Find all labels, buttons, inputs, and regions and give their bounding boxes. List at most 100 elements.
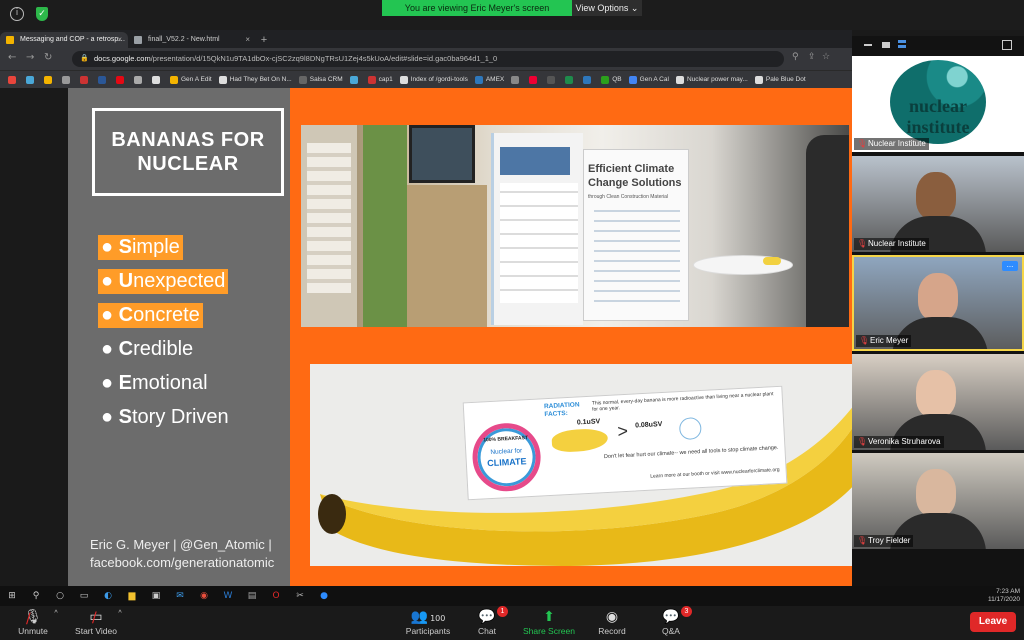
bookmark-item[interactable]: Nuclear power may...: [675, 75, 748, 84]
hide-video-icon[interactable]: [882, 42, 890, 48]
gallery-layout-icon[interactable]: [898, 40, 906, 48]
zoom-taskbar-icon[interactable]: ●: [318, 590, 330, 602]
tab-close-icon[interactable]: ×: [245, 32, 250, 48]
qa-button[interactable]: 💬 3 Q&A: [656, 606, 692, 636]
edge-icon[interactable]: ◐: [102, 590, 114, 602]
reload-icon[interactable]: ↻: [44, 52, 52, 63]
windows-start-icon[interactable]: ⊞: [6, 590, 18, 602]
bookmark-item[interactable]: [44, 75, 55, 84]
credit-line-1: Eric G. Meyer | @Gen_Atomic |: [90, 537, 272, 552]
tab-favicon-icon: [6, 36, 14, 44]
bookmark-item[interactable]: [349, 75, 361, 84]
opera-icon[interactable]: O: [270, 590, 282, 602]
chat-icon: 💬 1: [472, 606, 508, 626]
store-icon[interactable]: ▣: [150, 590, 162, 602]
bookmark-favicon-icon: [8, 75, 16, 84]
bookmark-item[interactable]: Gen A Edit: [170, 75, 212, 84]
task-view-icon[interactable]: ▭: [78, 590, 90, 602]
bookmark-item[interactable]: [116, 75, 127, 84]
unmute-button[interactable]: 🎙 / Unmute: [14, 608, 52, 636]
participant-name-text: Eric Meyer: [870, 336, 909, 345]
new-tab-button[interactable]: +: [256, 32, 272, 48]
url-bar[interactable]: 🔒 docs.google.com/presentation/d/15QkN1u…: [72, 51, 784, 67]
bookmark-item[interactable]: [511, 75, 522, 84]
bookmark-item[interactable]: [565, 75, 576, 84]
banner-text-lines: [594, 210, 680, 310]
participant-tile[interactable]: 🎙 Nuclear Institute: [852, 156, 1024, 252]
bullet-rest: motional: [131, 372, 208, 394]
forward-icon[interactable]: →: [26, 52, 34, 63]
bookmark-item[interactable]: QB: [601, 75, 622, 84]
more-options-icon[interactable]: ...: [1002, 261, 1018, 271]
bookmark-favicon-icon: [474, 75, 483, 84]
cortana-icon[interactable]: ○: [54, 590, 66, 602]
chrome-taskbar-icon[interactable]: ◉: [198, 590, 210, 602]
participant-tile[interactable]: 🎙 Eric Meyer...: [852, 255, 1024, 351]
bookmark-item[interactable]: Gen A Cal: [628, 75, 669, 84]
view-options-button[interactable]: View Options ⌄: [572, 0, 642, 16]
muted-mic-icon: 🎙: [859, 336, 870, 345]
bookmark-favicon-icon: [170, 75, 178, 84]
participant-tile[interactable]: 🎙 Troy Fielder: [852, 453, 1024, 549]
bookmark-item[interactable]: Had They Bet On N...: [218, 75, 292, 84]
bookmark-label: cap1: [378, 76, 393, 83]
bookmark-item[interactable]: [98, 75, 109, 84]
participants-label: Participants: [405, 626, 451, 636]
info-icon[interactable]: i: [10, 7, 24, 21]
mail-icon[interactable]: ✉: [174, 590, 186, 602]
participant-name-text: Nuclear Institute: [868, 139, 926, 148]
participant-tile[interactable]: nuclear institute 🎙 Nuclear Institute: [852, 56, 1024, 152]
credit-line-2: facebook.com/generationatomic: [90, 555, 275, 570]
browser-tab[interactable]: finall_V52.2 - New.html ×: [128, 32, 256, 48]
bookmark-favicon-icon: [529, 75, 538, 84]
participant-tile[interactable]: 🎙 Veronika Struharova: [852, 354, 1024, 450]
browser-window: Messaging and COP - a retrosp… × finall_V5…: [0, 30, 852, 88]
app-icon[interactable]: ▤: [246, 590, 258, 602]
bookmark-item[interactable]: Salsa CRM: [298, 75, 343, 84]
word-icon[interactable]: W: [222, 590, 234, 602]
bookmark-item[interactable]: cap1: [367, 75, 393, 84]
participants-button[interactable]: 👥 100 Participants: [400, 608, 456, 636]
share-screen-label: Share Screen: [523, 626, 575, 636]
bullet-initial: S: [118, 236, 132, 258]
bookmark-item[interactable]: [134, 75, 145, 84]
qa-icon: 💬 3: [656, 606, 692, 626]
back-icon[interactable]: ←: [8, 52, 16, 63]
chat-button[interactable]: 💬 1 Chat: [472, 606, 508, 636]
system-clock[interactable]: 7:23 AM 11/17/2020: [988, 588, 1020, 604]
fullscreen-icon[interactable]: [1002, 40, 1012, 50]
audio-options-caret[interactable]: ^: [50, 610, 62, 617]
bookmark-item[interactable]: Index of /gordi-tools: [399, 75, 468, 84]
bookmark-item[interactable]: [583, 75, 594, 84]
bookmark-item[interactable]: [80, 75, 91, 84]
bookmark-item[interactable]: [62, 75, 73, 84]
bookmark-item[interactable]: AMEX: [474, 75, 504, 84]
bullet-initial: E: [118, 372, 132, 394]
star-icon[interactable]: ☆: [822, 52, 830, 62]
video-options-caret[interactable]: ^: [114, 610, 126, 617]
bookmark-item[interactable]: [547, 75, 558, 84]
bookmark-item[interactable]: [529, 75, 540, 84]
bullet-dot: ●: [101, 372, 119, 394]
browser-tab[interactable]: Messaging and COP - a retrosp… ×: [0, 32, 128, 48]
bookmark-label: Nuclear power may...: [686, 76, 748, 83]
bookmark-item[interactable]: [8, 75, 19, 84]
share-icon[interactable]: ⇪: [808, 52, 816, 62]
bookmark-item[interactable]: [26, 75, 37, 84]
minimize-icon[interactable]: [864, 44, 872, 46]
leave-button[interactable]: Leave: [970, 612, 1016, 632]
record-button[interactable]: ◉ Record: [594, 608, 630, 636]
search-icon[interactable]: ⚲: [792, 52, 799, 62]
snip-icon[interactable]: ✂: [294, 590, 306, 602]
person-silhouette: [806, 135, 849, 327]
bullet-rest: tory Driven: [131, 406, 229, 428]
taskbar-search-icon[interactable]: ⚲: [30, 590, 42, 602]
encryption-shield-icon[interactable]: ✓: [36, 7, 48, 21]
bookmark-item[interactable]: Pale Blue Dot: [754, 75, 806, 84]
tab-close-icon[interactable]: ×: [117, 32, 122, 48]
facts-title: RADIATION FACTS:: [543, 401, 580, 419]
file-explorer-icon[interactable]: ▆: [126, 590, 138, 602]
bookmark-favicon-icon: [134, 75, 142, 84]
share-screen-button[interactable]: ⬆ Share Screen: [518, 608, 580, 636]
bookmark-item[interactable]: [152, 75, 163, 84]
